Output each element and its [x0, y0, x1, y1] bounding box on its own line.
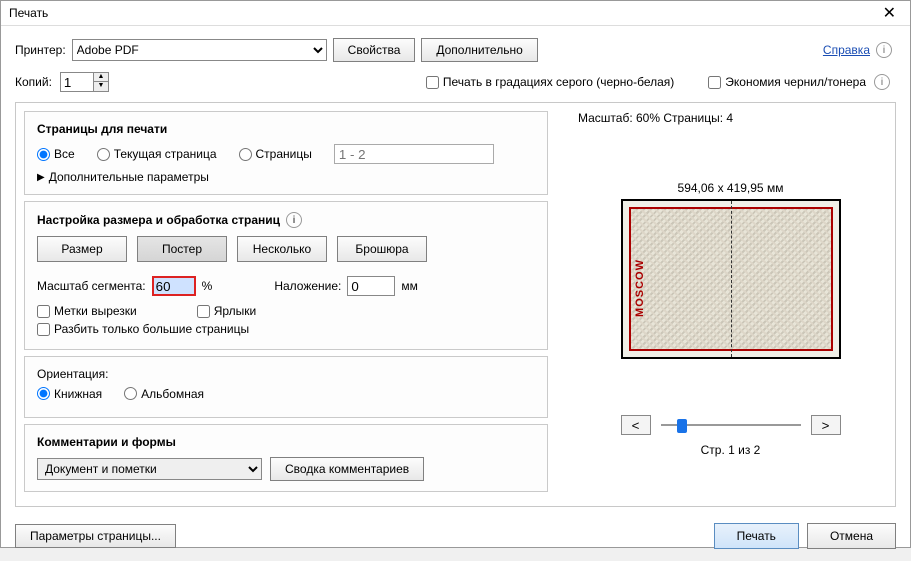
- map-title: MOSCOW: [634, 259, 646, 317]
- copies-input[interactable]: [60, 72, 94, 92]
- info-icon[interactable]: i: [286, 212, 302, 228]
- comments-summary-button[interactable]: Сводка комментариев: [270, 457, 424, 481]
- print-button[interactable]: Печать: [714, 523, 799, 549]
- prev-page-button[interactable]: <: [621, 415, 651, 435]
- preview-dimensions: 594,06 x 419,95 мм: [578, 181, 883, 195]
- grayscale-checkbox[interactable]: [426, 76, 439, 89]
- info-icon[interactable]: i: [876, 42, 892, 58]
- properties-button[interactable]: Свойства: [333, 38, 416, 62]
- bigpages-checkbox[interactable]: [37, 323, 50, 336]
- copies-label: Копий:: [15, 75, 52, 89]
- help-link[interactable]: Справка: [823, 43, 870, 57]
- copies-up[interactable]: ▲: [94, 73, 108, 82]
- comments-select[interactable]: Документ и пометки: [37, 458, 262, 480]
- page-setup-button[interactable]: Параметры страницы...: [15, 524, 176, 548]
- cutmarks-checkbox[interactable]: [37, 305, 50, 318]
- radio-current[interactable]: [97, 148, 110, 161]
- orientation-title: Ориентация:: [37, 367, 535, 381]
- pages-section-title: Страницы для печати: [37, 122, 535, 136]
- overlap-label: Наложение:: [274, 279, 341, 293]
- orientation-section: Ориентация: Книжная Альбомная: [24, 356, 548, 418]
- radio-pages[interactable]: [239, 148, 252, 161]
- radio-all[interactable]: [37, 148, 50, 161]
- page-indicator: Стр. 1 из 2: [578, 443, 883, 457]
- copies-down[interactable]: ▼: [94, 82, 108, 91]
- printer-select[interactable]: Adobe PDF: [72, 39, 327, 61]
- ink-label: Экономия чернил/тонера: [725, 75, 866, 89]
- info-icon[interactable]: i: [874, 74, 890, 90]
- tab-size[interactable]: Размер: [37, 236, 127, 262]
- close-icon[interactable]: ✕: [877, 1, 902, 25]
- pages-range-input[interactable]: [334, 144, 494, 164]
- size-section-title: Настройка размера и обработка страниц: [37, 213, 280, 227]
- chevron-right-icon: ▶: [37, 172, 45, 183]
- tab-multiple[interactable]: Несколько: [237, 236, 327, 262]
- preview-scale-text: Масштаб: 60% Страницы: 4: [578, 111, 883, 125]
- more-params-toggle[interactable]: ▶ Дополнительные параметры: [37, 170, 535, 184]
- preview-panel: Масштаб: 60% Страницы: 4 594,06 x 419,95…: [566, 103, 895, 506]
- radio-landscape[interactable]: [124, 387, 137, 400]
- grayscale-label: Печать в градациях серого (черно-белая): [443, 75, 674, 89]
- advanced-button[interactable]: Дополнительно: [421, 38, 537, 62]
- pages-section: Страницы для печати Все Текущая страница…: [24, 111, 548, 195]
- cancel-button[interactable]: Отмена: [807, 523, 896, 549]
- scale-label: Масштаб сегмента:: [37, 279, 146, 293]
- overlap-input[interactable]: [347, 276, 395, 296]
- printer-label: Принтер:: [15, 43, 66, 57]
- tab-brochure[interactable]: Брошюра: [337, 236, 427, 262]
- size-section: Настройка размера и обработка страниц i …: [24, 201, 548, 350]
- radio-portrait[interactable]: [37, 387, 50, 400]
- comments-section: Комментарии и формы Документ и пометки С…: [24, 424, 548, 492]
- next-page-button[interactable]: >: [811, 415, 841, 435]
- comments-title: Комментарии и формы: [37, 435, 535, 449]
- preview-box: MOSCOW: [621, 199, 841, 359]
- page-slider[interactable]: [661, 416, 801, 434]
- scale-input[interactable]: [152, 276, 196, 296]
- ink-checkbox[interactable]: [708, 76, 721, 89]
- labels-checkbox[interactable]: [197, 305, 210, 318]
- titlebar: Печать ✕: [1, 1, 910, 26]
- window-title: Печать: [9, 6, 48, 20]
- print-dialog: Печать ✕ Принтер: Adobe PDF Свойства Доп…: [0, 0, 911, 548]
- tab-poster[interactable]: Постер: [137, 236, 227, 262]
- page-divider: [731, 201, 732, 357]
